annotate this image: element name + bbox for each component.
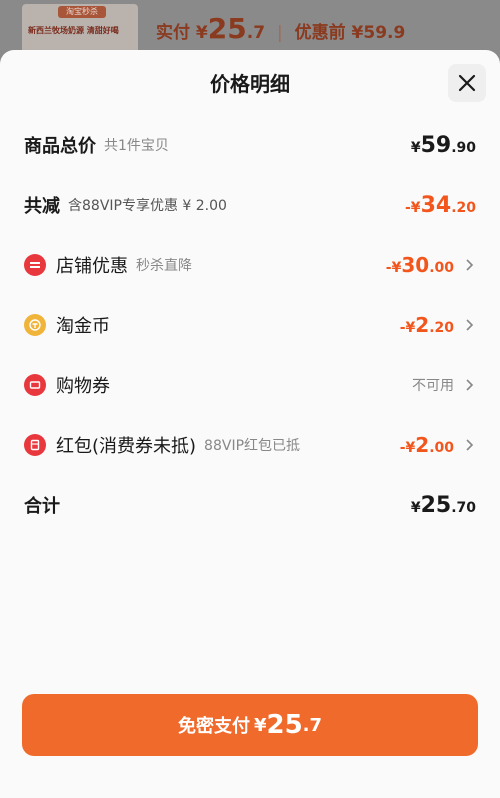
value-dec: .70 [451, 499, 476, 516]
thumbnail-text: 新西兰牧场奶源 清甜好喝 [28, 26, 119, 35]
currency: -¥ [405, 199, 421, 216]
chevron-right-icon [466, 319, 474, 331]
before-label: 优惠前 [294, 23, 346, 43]
total-discount-label: 共减 [24, 196, 60, 217]
red-packet-label: 红包(消费券未抵) [56, 436, 197, 457]
currency: ¥ [410, 139, 421, 156]
currency: -¥ [399, 320, 416, 336]
pay-button[interactable]: 免密支付 ¥25.7 [22, 694, 478, 756]
chevron-right-icon [466, 379, 474, 391]
value-int: 59 [420, 132, 452, 158]
thumbnail-tag: 淘宝秒杀 [58, 6, 106, 18]
total-discount-value: -¥34.20 [405, 193, 476, 218]
background-paid-summary: 实付 ¥25.7 | 优惠前 ¥59.9 [156, 12, 405, 45]
close-button[interactable] [448, 64, 486, 102]
value-dec: .00 [429, 260, 454, 276]
value-int: 34 [420, 192, 452, 218]
paid-dec: .7 [246, 23, 266, 43]
coupon-label: 购物券 [56, 376, 110, 397]
shop-discount-note: 秒杀直降 [136, 258, 192, 274]
pay-button-label: 免密支付 [177, 716, 250, 737]
value-dec: .20 [429, 320, 454, 336]
red-packet-icon [24, 434, 46, 456]
close-icon [458, 74, 476, 92]
gold-coin-value: -¥2.20 [400, 313, 454, 337]
price-detail-sheet: 价格明细 商品总价 共1件宝贝 ¥59.90 共减 含88VIP专享优惠 ¥ 2… [0, 50, 500, 798]
shop-discount-label: 店铺优惠 [56, 256, 128, 277]
subtotal-count: 共1件宝贝 [104, 138, 169, 154]
paid-currency: ¥ [195, 23, 208, 43]
row-total: 合计 ¥25.70 [24, 490, 476, 520]
currency: ¥ [410, 499, 421, 516]
total-label: 合计 [24, 496, 60, 517]
value-dec: .20 [451, 199, 476, 216]
paid-int: 25 [207, 12, 247, 45]
row-subtotal: 商品总价 共1件宝贝 ¥59.90 [24, 130, 476, 160]
total-discount-note: 含88VIP专享优惠 ¥ 2.00 [68, 198, 227, 214]
red-packet-note: 88VIP红包已抵 [204, 438, 301, 454]
before-value: ¥59.9 [351, 23, 406, 43]
pay-button-int: 25 [266, 710, 303, 740]
shop-discount-icon [24, 254, 46, 276]
row-coupon[interactable]: 购物券 不可用 [24, 370, 476, 400]
subtotal-label: 商品总价 [24, 136, 96, 157]
currency: -¥ [399, 440, 416, 456]
row-shop-discount[interactable]: 店铺优惠 秒杀直降 -¥30.00 [24, 250, 476, 280]
pay-button-currency: ¥ [253, 714, 267, 736]
coupon-icon [24, 374, 46, 396]
shop-discount-value: -¥30.00 [386, 253, 454, 277]
sheet-title: 价格明细 [210, 72, 290, 96]
chevron-right-icon [466, 259, 474, 271]
chevron-right-icon [466, 439, 474, 451]
paid-label: 实付 [156, 23, 190, 43]
gold-coin-icon [24, 314, 46, 336]
currency: -¥ [385, 260, 402, 276]
separator: | [276, 23, 283, 43]
product-thumbnail: 淘宝秒杀 新西兰牧场奶源 清甜好喝 [22, 4, 138, 56]
value-int: 2 [415, 313, 430, 337]
pay-button-dec: .7 [302, 714, 323, 736]
row-total-discount: 共减 含88VIP专享优惠 ¥ 2.00 -¥34.20 [24, 190, 476, 220]
row-red-packet[interactable]: 红包(消费券未抵) 88VIP红包已抵 -¥2.00 [24, 430, 476, 460]
value-int: 30 [401, 253, 430, 277]
value-int: 25 [420, 492, 452, 518]
coupon-status: 不可用 [412, 378, 454, 394]
value-dec: .00 [429, 440, 454, 456]
gold-coin-label: 淘金币 [56, 316, 110, 337]
row-gold-coin[interactable]: 淘金币 -¥2.20 [24, 310, 476, 340]
red-packet-value: -¥2.00 [400, 433, 454, 457]
value-int: 2 [415, 433, 430, 457]
total-value: ¥25.70 [411, 493, 476, 518]
subtotal-value: ¥59.90 [411, 133, 476, 158]
value-dec: .90 [451, 139, 476, 156]
